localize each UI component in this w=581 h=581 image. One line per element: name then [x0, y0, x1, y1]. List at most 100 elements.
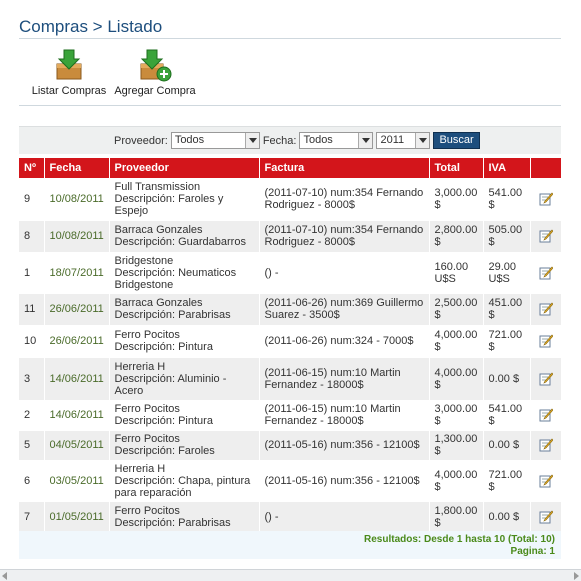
row-total: 4,000.00 $	[429, 356, 484, 400]
row-provider: Barraca Gonzales Descripción: Guardabarro…	[109, 219, 260, 252]
toolbar: Listar Compras Agregar Compra	[19, 44, 561, 104]
column-header-number[interactable]: Nº	[19, 158, 45, 178]
row-date: 26/06/2011	[44, 292, 110, 325]
provider-description: Descripción: Guardabarros	[114, 236, 246, 248]
table-row: 9 10/08/2011 Full Transmission Descripció…	[19, 177, 562, 220]
edit-icon[interactable]	[539, 229, 553, 243]
provider-description: Descripción: Neumaticos Bridgestone	[114, 266, 237, 291]
column-header-total[interactable]: Total	[429, 158, 484, 178]
chevron-down-icon	[244, 133, 259, 148]
row-number: 11	[19, 292, 45, 325]
row-iva: 451.00 $	[483, 292, 531, 325]
row-iva: 721.00 $	[483, 324, 531, 357]
row-actions	[530, 177, 562, 220]
edit-icon[interactable]	[539, 266, 553, 280]
row-total: 3,000.00 $	[429, 399, 484, 430]
provider-description: Descripción: Parabrisas	[114, 309, 231, 321]
row-provider: Ferro Pocitos Descripción: Pintura	[109, 324, 260, 357]
row-provider: Herreria H Descripción: Chapa, pintura pa…	[109, 459, 260, 501]
row-invoice: (2011-06-15) num:10 Martin Fernandez - 1…	[259, 356, 430, 400]
row-date: 10/08/2011	[44, 219, 110, 252]
row-provider: Herreria H Descripción: Aluminio - Acero	[109, 356, 260, 400]
provider-select-value: Todos	[174, 134, 205, 146]
provider-filter-label: Proveedor:	[114, 134, 168, 147]
column-header-invoice[interactable]: Factura	[259, 158, 430, 178]
row-invoice: () -	[259, 500, 430, 532]
edit-icon[interactable]	[539, 510, 553, 524]
date-select[interactable]: Todos	[299, 132, 374, 149]
search-button[interactable]: Buscar	[433, 132, 480, 149]
row-iva: 0.00 $	[483, 500, 531, 532]
pagination-summary: Resultados: Desde 1 hasta 10 (Total: 10)…	[19, 531, 561, 559]
provider-select[interactable]: Todos	[170, 132, 260, 149]
scroll-right-icon[interactable]	[574, 572, 579, 580]
row-iva: 0.00 $	[483, 356, 531, 400]
row-iva: 505.00 $	[483, 219, 531, 252]
edit-icon[interactable]	[539, 192, 553, 206]
download-box-icon	[56, 49, 82, 80]
provider-name: Herreria H	[114, 462, 166, 475]
column-header-actions	[530, 158, 562, 178]
row-actions	[530, 251, 562, 293]
row-invoice: (2011-05-16) num:356 - 12100$	[259, 429, 430, 460]
edit-icon[interactable]	[539, 474, 553, 488]
row-actions	[530, 459, 562, 501]
list-purchases-label: Listar Compras	[31, 85, 107, 97]
provider-name: Barraca Gonzales	[114, 224, 203, 236]
edit-icon[interactable]	[539, 438, 553, 452]
row-total: 1,800.00 $	[429, 500, 484, 532]
row-date: 26/06/2011	[44, 324, 110, 357]
table-row: 11 26/06/2011 Barraca Gonzales Descripció…	[19, 292, 562, 325]
page-title: Compras > Listado	[19, 17, 163, 36]
scroll-left-icon[interactable]	[2, 572, 7, 580]
row-provider: Bridgestone Descripción: Neumaticos Bridg…	[109, 251, 260, 293]
row-actions	[530, 399, 562, 430]
add-box-icon	[140, 49, 172, 82]
chevron-down-icon	[415, 133, 430, 148]
table-row: 2 14/06/2011 Ferro Pocitos Descripción: P…	[19, 399, 562, 430]
row-total: 2,800.00 $	[429, 219, 484, 252]
provider-description: Descripción: Aluminio - Acero	[114, 372, 227, 397]
row-date: 01/05/2011	[44, 500, 110, 532]
row-number: 1	[19, 251, 45, 293]
horizontal-scrollbar[interactable]	[0, 569, 581, 581]
table-row: 6 03/05/2011 Herreria H Descripción: Chap…	[19, 459, 562, 501]
row-invoice: () -	[259, 251, 430, 293]
row-provider: Ferro Pocitos Descripción: Pintura	[109, 399, 260, 430]
row-invoice: (2011-06-26) num:324 - 7000$	[259, 324, 430, 357]
row-total: 160.00 U$S	[429, 251, 484, 293]
results-text: Resultados: Desde 1 hasta 10 (Total: 10)	[364, 534, 555, 545]
row-date: 18/07/2011	[44, 251, 110, 293]
row-actions	[530, 292, 562, 325]
row-date: 14/06/2011	[44, 356, 110, 400]
provider-description: Descripción: Pintura	[114, 341, 213, 353]
column-header-date[interactable]: Fecha	[44, 158, 110, 178]
row-invoice: (2011-05-16) num:356 - 12100$	[259, 459, 430, 501]
edit-icon[interactable]	[539, 372, 553, 386]
year-select-value: 2011	[380, 134, 405, 146]
provider-name: Barraca Gonzales	[114, 297, 203, 309]
provider-name: Ferro Pocitos	[114, 504, 180, 517]
edit-icon[interactable]	[539, 302, 553, 316]
column-header-provider[interactable]: Proveedor	[109, 158, 260, 178]
row-total: 3,000.00 $	[429, 177, 484, 220]
add-purchase-button[interactable]: Agregar Compra	[114, 44, 196, 97]
table-row: 8 10/08/2011 Barraca Gonzales Descripción…	[19, 219, 562, 252]
row-iva: 541.00 $	[483, 399, 531, 430]
edit-icon[interactable]	[539, 408, 553, 422]
header-divider	[19, 38, 561, 39]
add-purchase-label: Agregar Compra	[114, 85, 196, 97]
date-filter-label: Fecha:	[262, 134, 297, 147]
row-total: 4,000.00 $	[429, 459, 484, 501]
provider-name: Herreria H	[114, 360, 166, 373]
row-number: 6	[19, 459, 45, 501]
column-header-iva[interactable]: IVA	[483, 158, 531, 178]
table-row: 10 26/06/2011 Ferro Pocitos Descripción: …	[19, 324, 562, 357]
filter-bar: Proveedor: Todos Fecha: Todos 2011 Busca…	[19, 126, 561, 154]
year-select[interactable]: 2011	[376, 132, 431, 149]
row-date: 03/05/2011	[44, 459, 110, 501]
row-provider: Barraca Gonzales Descripción: Parabrisas	[109, 292, 260, 325]
edit-icon[interactable]	[539, 334, 553, 348]
row-actions	[530, 324, 562, 357]
list-purchases-button[interactable]: Listar Compras	[29, 44, 109, 97]
